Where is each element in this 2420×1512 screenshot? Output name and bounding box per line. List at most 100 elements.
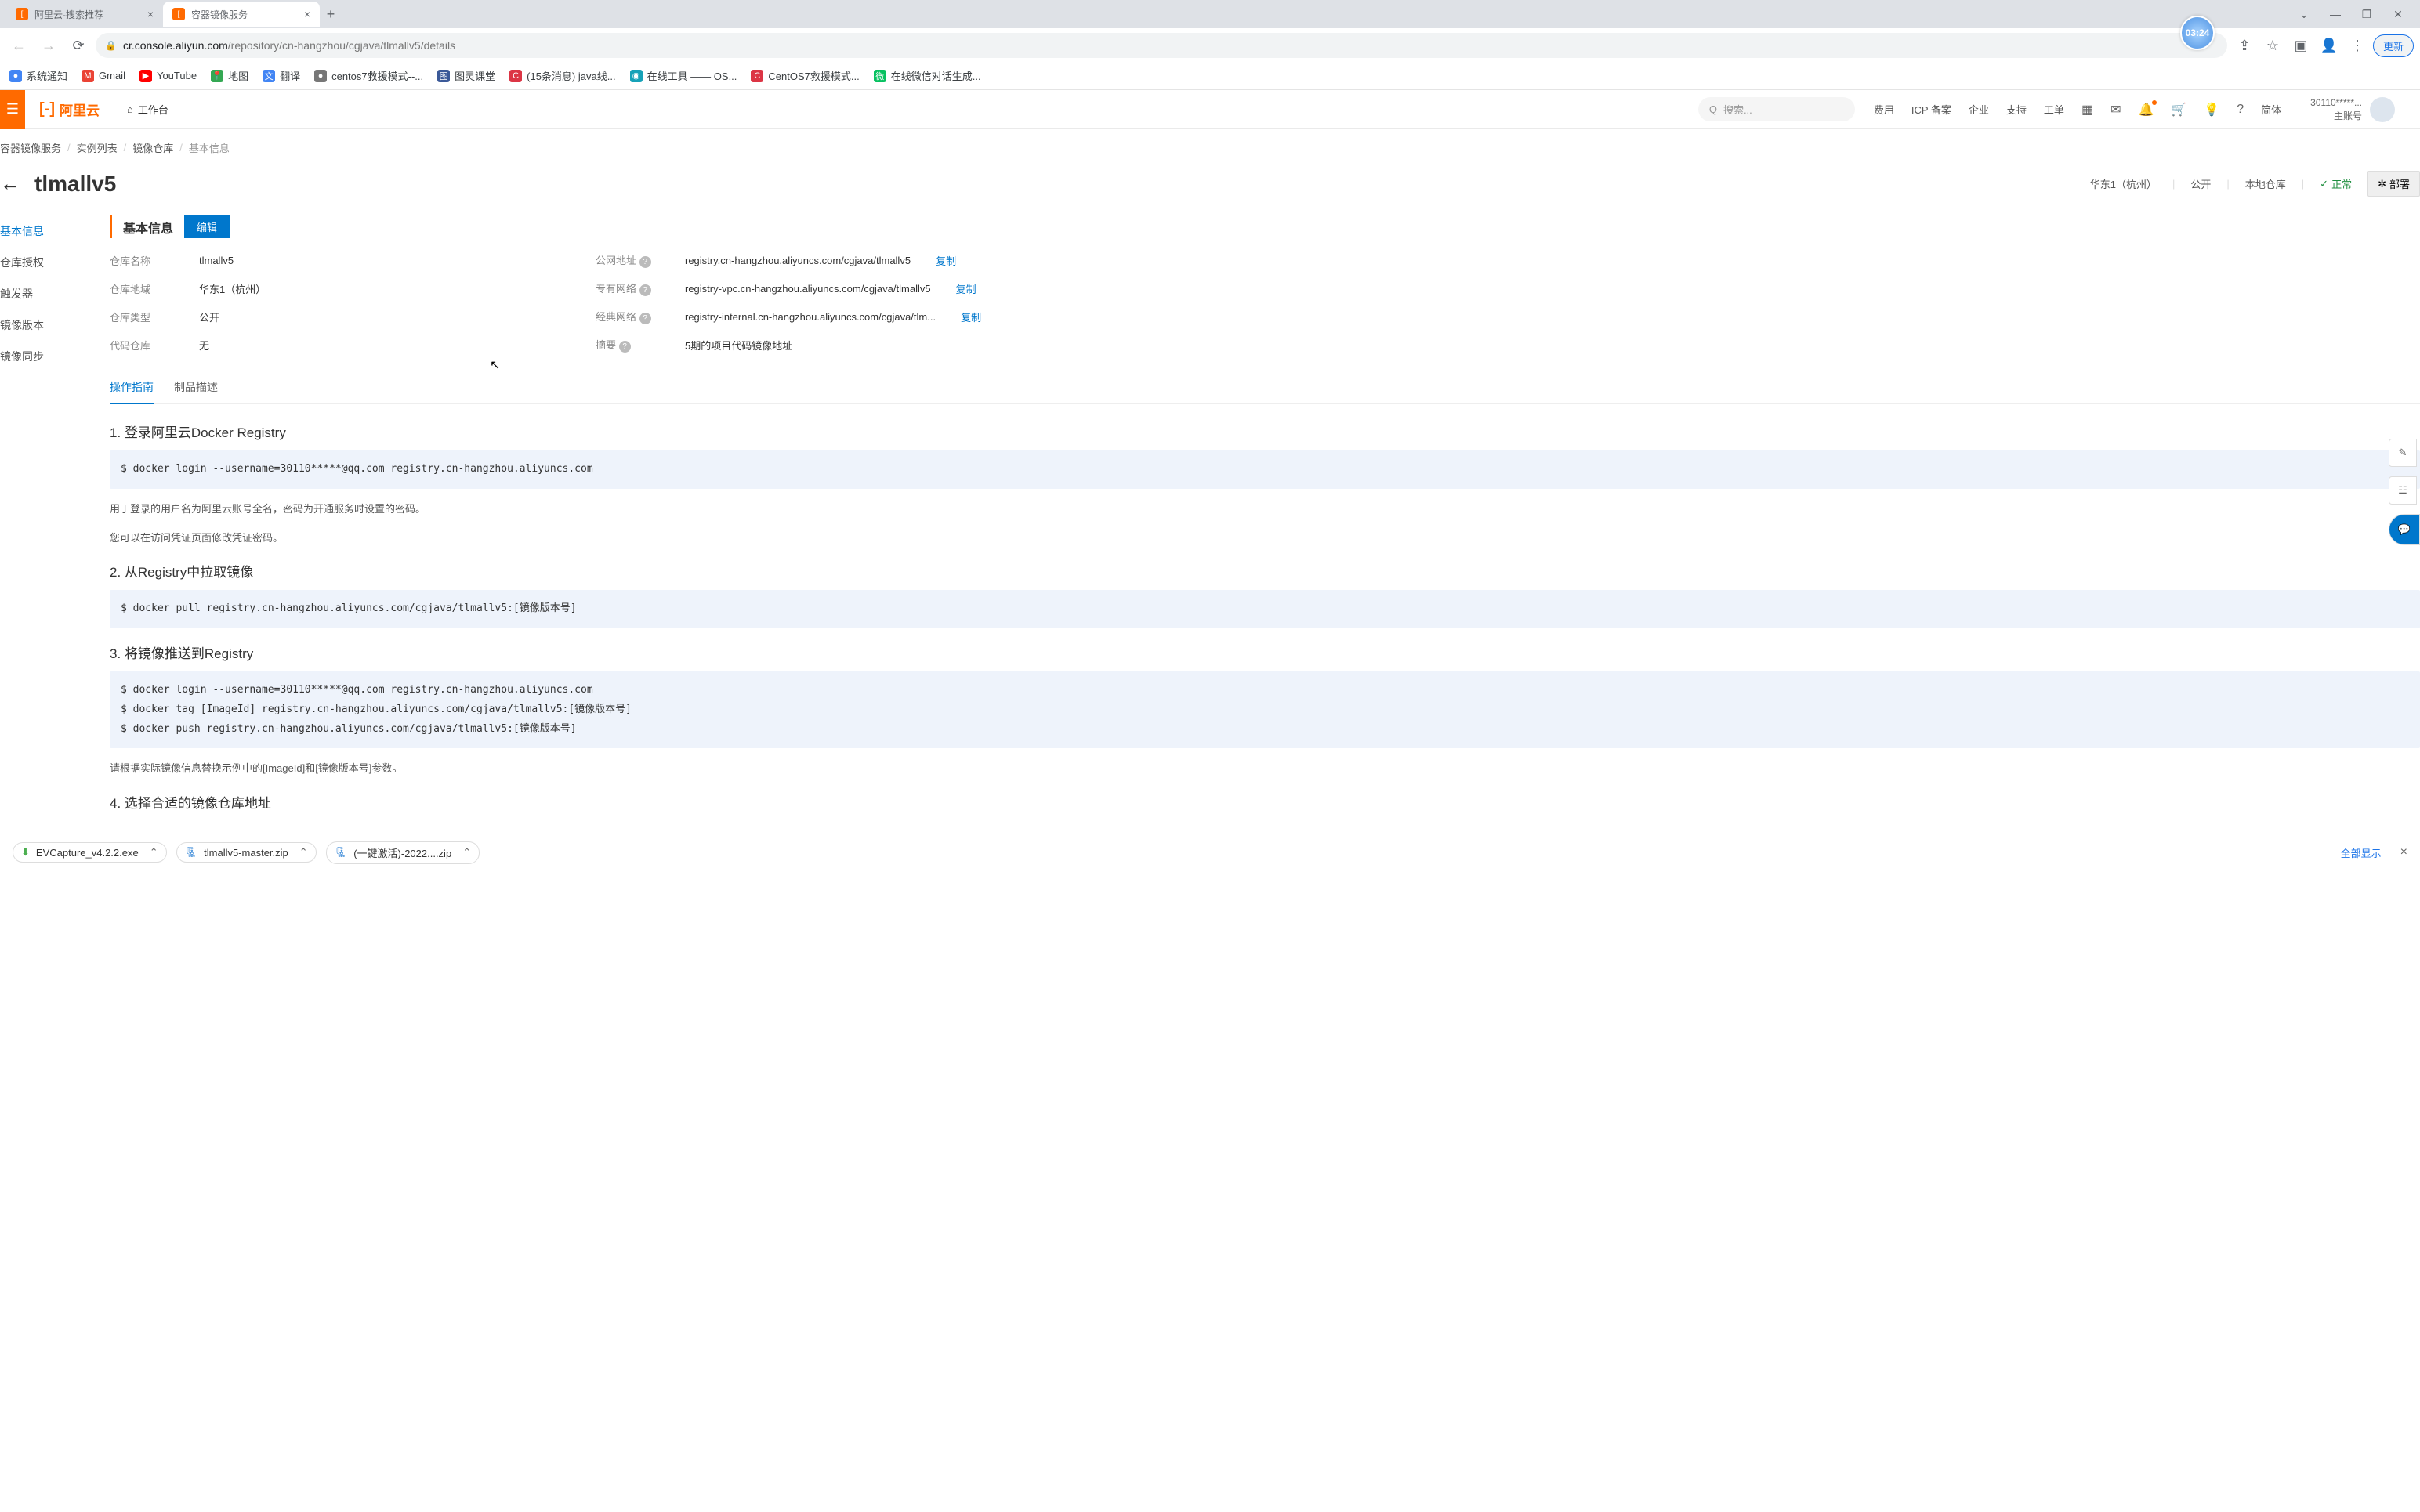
info-row: 仓库名称tlmallv5 xyxy=(110,252,549,268)
chevron-up-icon[interactable]: ⌃ xyxy=(150,846,158,859)
forward-button[interactable]: → xyxy=(36,33,61,58)
workbench-link[interactable]: ⌂ 工作台 xyxy=(114,102,181,117)
bookmark-favicon-icon: 图 xyxy=(437,70,450,82)
nav-link[interactable]: 企业 xyxy=(1969,102,1989,117)
new-tab-button[interactable]: + xyxy=(320,3,342,25)
crumb[interactable]: 容器镜像服务 xyxy=(0,140,61,155)
close-window-icon[interactable]: ✕ xyxy=(2386,3,2411,25)
bell-icon[interactable]: 🔔 xyxy=(2138,102,2154,118)
search-icon: Q xyxy=(1709,103,1717,115)
bookmark-label: YouTube xyxy=(157,70,197,81)
info-label: 专有网络 ? xyxy=(596,280,666,296)
guide-note: 用于登录的用户名为阿里云账号全名，密码为开通服务时设置的密码。 xyxy=(110,500,2420,518)
minimize-icon[interactable]: — xyxy=(2323,3,2348,25)
tab-description[interactable]: 制品描述 xyxy=(174,371,218,403)
app-icon[interactable]: ▦ xyxy=(2081,102,2093,118)
search-input[interactable]: Q 搜索... xyxy=(1698,97,1855,121)
chevron-up-icon[interactable]: ⌃ xyxy=(462,846,471,859)
chevron-down-icon[interactable]: ⌄ xyxy=(2291,3,2317,25)
bookmark-favicon-icon: ● xyxy=(314,70,327,82)
bookmark-label: (15条消息) java线... xyxy=(527,68,615,83)
bookmark-item[interactable]: ▶YouTube xyxy=(139,70,197,82)
survey-fab-icon[interactable]: ☳ xyxy=(2389,476,2417,505)
aliyun-logo[interactable]: [-] 阿里云 xyxy=(25,90,114,129)
hamburger-icon[interactable]: ☰ xyxy=(0,90,25,129)
download-item[interactable]: ⬇EVCapture_v4.2.2.exe⌃ xyxy=(13,842,167,863)
page-title: tlmallv5 xyxy=(34,172,116,197)
sidenav-item-auth[interactable]: 仓库授权 xyxy=(0,247,100,278)
show-all-downloads[interactable]: 全部显示 xyxy=(2341,845,2382,860)
bookmark-bar: ●系统通知 MGmail ▶YouTube 📍地图文翻译 ● centos7救援模式--.… xyxy=(0,63,2420,89)
idea-icon[interactable]: 💡 xyxy=(2204,102,2219,118)
download-item[interactable]: 🗜(一键激活)-2022....zip⌃ xyxy=(326,841,480,864)
bookmark-item[interactable]: 📍地图 xyxy=(211,68,248,83)
code-block[interactable]: $ docker login --username=30110*****@qq.… xyxy=(110,450,2420,489)
nav-link[interactable]: 支持 xyxy=(2006,102,2027,117)
cart-icon[interactable]: 🛒 xyxy=(2171,102,2186,118)
topbar-nav-right: 费用 ICP 备案 企业 支持 工单 ▦ ✉ 🔔 🛒 💡 ? 简体 30110*… xyxy=(1874,92,2420,128)
edit-button[interactable]: 编辑 xyxy=(184,215,230,238)
code-block[interactable]: $ docker pull registry.cn-hangzhou.aliyu… xyxy=(110,590,2420,628)
help-icon[interactable]: ? xyxy=(619,341,631,353)
help-icon[interactable]: ? xyxy=(2237,103,2244,117)
file-icon: 🗜 xyxy=(335,846,348,859)
download-filename: EVCapture_v4.2.2.exe xyxy=(36,847,139,859)
profile-icon[interactable]: 👤 xyxy=(2317,33,2342,58)
url-input[interactable]: 🔒 cr.console.aliyun.com/repository/cn-ha… xyxy=(96,33,2227,58)
bookmark-item[interactable]: 文翻译 xyxy=(263,68,300,83)
star-icon[interactable]: ☆ xyxy=(2260,33,2285,58)
time-badge: 03:24 xyxy=(2180,16,2215,50)
sidenav-item-versions[interactable]: 镜像版本 xyxy=(0,309,100,341)
sidenav-item-sync[interactable]: 镜像同步 xyxy=(0,341,100,372)
workbench-label: 工作台 xyxy=(138,102,168,117)
sidenav-item-trigger[interactable]: 触发器 xyxy=(0,278,100,309)
extensions-icon[interactable]: ▣ xyxy=(2288,33,2313,58)
bookmark-item[interactable]: 微在线微信对话生成... xyxy=(874,68,981,83)
chevron-up-icon[interactable]: ⌃ xyxy=(299,846,308,859)
menu-icon[interactable]: ⋮ xyxy=(2345,33,2370,58)
deploy-button[interactable]: ✲部署 xyxy=(2367,171,2420,197)
copy-link[interactable]: 复制 xyxy=(936,253,956,268)
bookmark-item[interactable]: ◉在线工具 —— OS... xyxy=(630,68,737,83)
help-icon[interactable]: ? xyxy=(639,256,651,268)
info-row: 专有网络 ?registry-vpc.cn-hangzhou.aliyuncs.… xyxy=(596,280,2420,296)
bookmark-item[interactable]: C(15条消息) java线... xyxy=(509,68,615,83)
close-icon[interactable]: × xyxy=(147,8,154,20)
copy-link[interactable]: 复制 xyxy=(956,281,976,296)
message-icon[interactable]: ✉ xyxy=(2110,102,2121,118)
code-block[interactable]: $ docker login --username=30110*****@qq.… xyxy=(110,671,2420,748)
share-icon[interactable]: ⇪ xyxy=(2232,33,2257,58)
info-value: 无 xyxy=(199,338,209,353)
chat-fab-icon[interactable]: 💬 xyxy=(2389,514,2420,545)
edit-fab-icon[interactable]: ✎ xyxy=(2389,439,2417,467)
back-button[interactable]: ← xyxy=(6,33,31,58)
crumb[interactable]: 实例列表 xyxy=(77,140,118,155)
back-arrow-icon[interactable]: ← xyxy=(0,172,20,196)
bookmark-item[interactable]: ●系统通知 xyxy=(9,68,67,83)
nav-link[interactable]: ICP 备案 xyxy=(1911,102,1951,117)
help-icon[interactable]: ? xyxy=(639,313,651,324)
sidenav-item-basic[interactable]: 基本信息 xyxy=(0,215,100,247)
bookmark-item[interactable]: MGmail xyxy=(82,70,125,82)
download-item[interactable]: 🗜tlmallv5-master.zip⌃ xyxy=(176,842,317,863)
close-icon[interactable]: × xyxy=(304,8,310,20)
nav-link[interactable]: 费用 xyxy=(1874,102,1894,117)
help-icon[interactable]: ? xyxy=(639,284,651,296)
crumb[interactable]: 镜像仓库 xyxy=(132,140,173,155)
nav-link[interactable]: 工单 xyxy=(2044,102,2064,117)
browser-tab-active[interactable]: [ 容器镜像服务 × xyxy=(163,2,320,27)
reload-button[interactable]: ⟳ xyxy=(66,33,91,58)
bookmark-item[interactable]: 图图灵课堂 xyxy=(437,68,495,83)
bookmark-item[interactable]: CCentOS7救援模式... xyxy=(751,68,859,83)
bookmark-label: centos7救援模式--... xyxy=(331,68,423,83)
maximize-icon[interactable]: ❐ xyxy=(2354,3,2379,25)
browser-tab[interactable]: [ 阿里云-搜索推荐 × xyxy=(6,2,163,27)
info-row: 摘要 ?5期的项目代码镜像地址 xyxy=(596,337,2420,353)
bookmark-item[interactable]: ● centos7救援模式--... xyxy=(314,68,423,83)
user-menu[interactable]: 30110*****... 主账号 xyxy=(2299,92,2406,128)
tab-guide[interactable]: 操作指南 xyxy=(110,371,154,404)
copy-link[interactable]: 复制 xyxy=(961,309,981,324)
lang-switch[interactable]: 简体 xyxy=(2261,102,2281,117)
close-icon[interactable]: × xyxy=(2400,845,2407,859)
update-button[interactable]: 更新 xyxy=(2373,34,2414,57)
